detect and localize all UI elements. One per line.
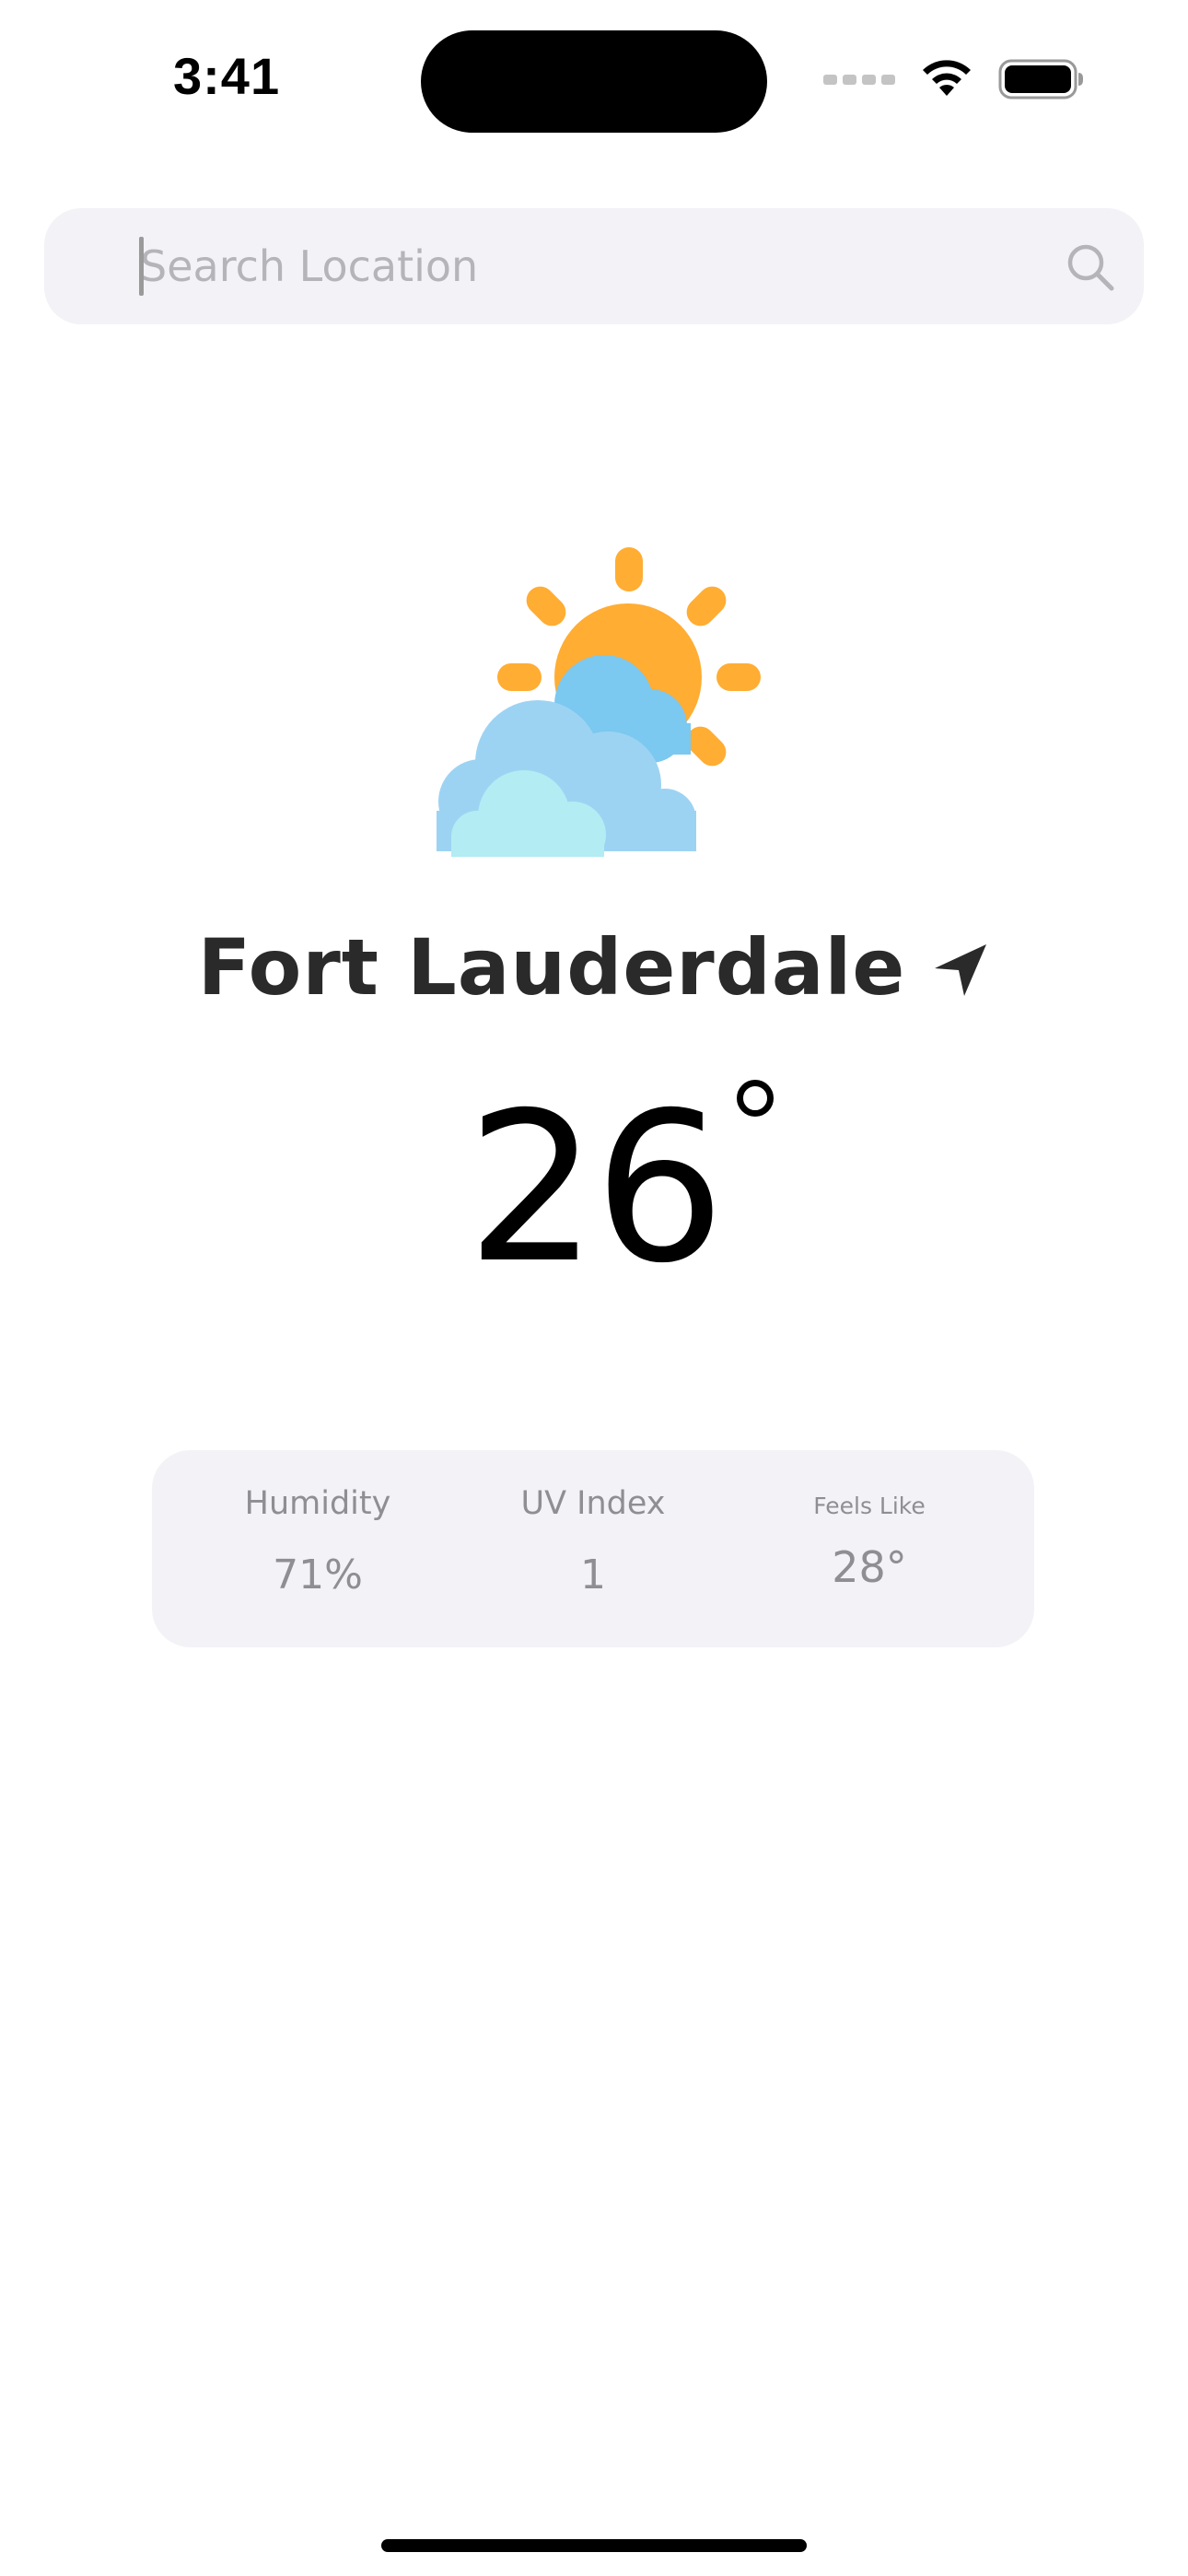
home-indicator[interactable] — [381, 2539, 807, 2552]
feels-like-value: 28° — [832, 1542, 907, 1592]
wifi-icon — [923, 60, 971, 96]
status-icons — [823, 55, 1085, 103]
search-icon[interactable] — [1065, 241, 1116, 293]
humidity-label: Humidity — [244, 1485, 391, 1522]
uv-index-label: UV Index — [520, 1485, 666, 1522]
status-time: 3:41 — [173, 47, 281, 105]
uv-index-stat: UV Index 1 — [455, 1450, 731, 1647]
search-bar[interactable] — [44, 208, 1144, 324]
location-row: Fort Lauderdale — [0, 912, 1188, 1023]
temperature-value: 26 — [466, 1068, 725, 1308]
location-arrow-icon[interactable] — [931, 941, 990, 1000]
cellular-signal-icon — [823, 74, 895, 85]
degree-symbol — [736, 1080, 774, 1117]
temperature-display: 26 — [0, 1078, 1188, 1299]
uv-index-value: 1 — [580, 1551, 606, 1598]
humidity-value: 71% — [273, 1551, 363, 1598]
status-bar: 3:41 — [0, 0, 1188, 157]
search-input[interactable] — [140, 225, 1061, 308]
feels-like-stat: Feels Like 28° — [731, 1450, 1007, 1647]
partly-cloudy-icon — [437, 547, 761, 857]
dynamic-island — [421, 30, 767, 133]
feels-like-label: Feels Like — [813, 1493, 926, 1519]
weather-stats-card: Humidity 71% UV Index 1 Feels Like 28° — [152, 1450, 1034, 1647]
battery-icon — [998, 59, 1083, 100]
location-name: Fort Lauderdale — [197, 922, 906, 1013]
humidity-stat: Humidity 71% — [180, 1450, 456, 1647]
text-caret — [139, 237, 144, 296]
